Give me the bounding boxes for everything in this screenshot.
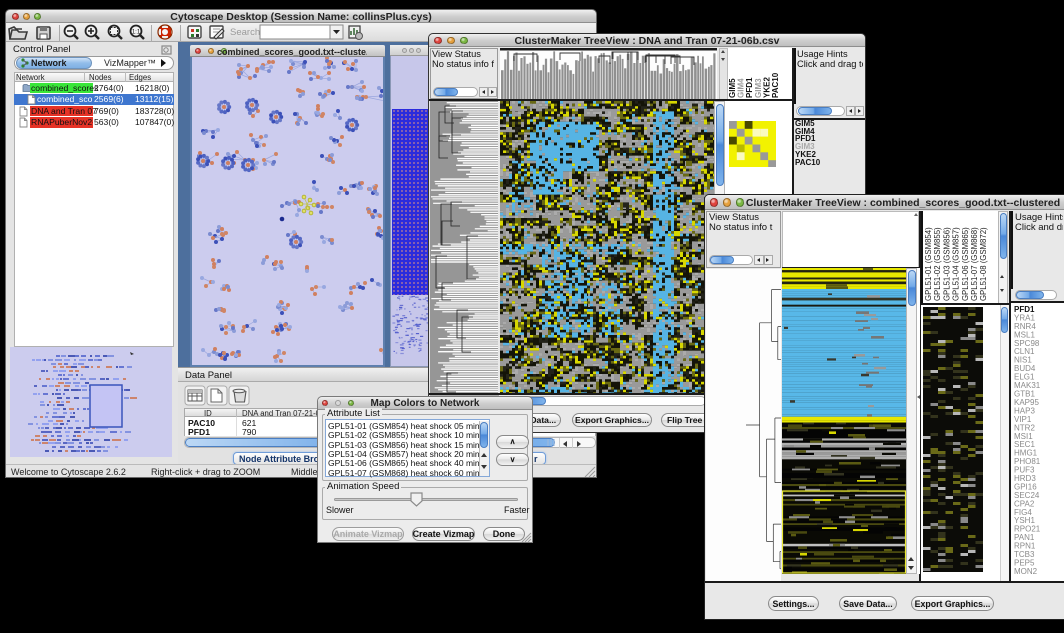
svg-text:MON2: MON2 [1014, 567, 1038, 576]
svg-text:GPL51-07 (GSM868): GPL51-07 (GSM868) [970, 227, 979, 301]
svg-text:1:1: 1:1 [132, 30, 141, 36]
svg-text:GPL51-02 (GSM855): GPL51-02 (GSM855) [933, 227, 942, 301]
svg-text:GPL51-08 (GSM872): GPL51-08 (GSM872) [979, 227, 988, 301]
svg-text:GPL51-04 (GSM857): GPL51-04 (GSM857) [952, 227, 961, 301]
svg-text:GPL51-06 (GSM865): GPL51-06 (GSM865) [961, 227, 970, 301]
svg-text:Search:: Search: [230, 27, 263, 38]
svg-text:PAC10: PAC10 [771, 72, 780, 98]
svg-text:GPL51-01 (GSM854): GPL51-01 (GSM854) [924, 227, 933, 301]
svg-text:GPL51-03 (GSM856): GPL51-03 (GSM856) [942, 227, 951, 301]
